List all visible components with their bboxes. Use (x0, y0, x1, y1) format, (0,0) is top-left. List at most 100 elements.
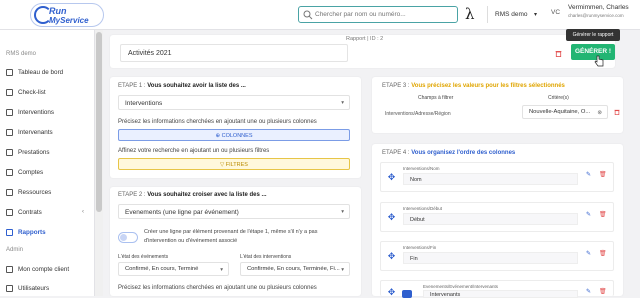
step3-title: Vous précisez les valeurs pour les filtr… (411, 83, 565, 89)
sidebar-item-dashboard[interactable]: Tableau de bord (6, 69, 92, 81)
trash-icon[interactable] (555, 50, 562, 57)
step1-columns-hint: Précisez les informations cherchées en a… (118, 119, 317, 125)
account-icon (6, 266, 13, 273)
sidebar-item-label: Prestations (18, 149, 50, 156)
event-state-select[interactable]: Confirmé, En cours, Terminé ▾ (118, 262, 229, 276)
column-card[interactable]: ✥ Interventions/Fin Fin ✎ 🗑 (380, 241, 614, 271)
trash-icon[interactable] (614, 109, 620, 115)
step2-heading: ETAPE 2 : Vous souhaitez croiser avec la… (118, 192, 267, 198)
columns-button[interactable]: ⊕ COLONNES (118, 129, 350, 141)
intervention-state-value: Confirmée, En cours, Terminée, Fi... (247, 266, 340, 272)
step3-heading: ETAPE 3 : Vous précisez les valeurs pour… (382, 83, 565, 89)
step1-select[interactable]: Interventions ▾ (118, 95, 350, 110)
toggle-text-line1: Créer une ligne par élément provenant de… (144, 229, 318, 235)
sidebar-item-ressources[interactable]: Ressources (6, 189, 92, 201)
building-icon (6, 169, 13, 176)
step1-title: Vous souhaitez avoir la liste des ... (147, 83, 246, 89)
column-caption: Evenements/Evénement/Intervenants (423, 284, 499, 289)
logo[interactable]: Run MyService (30, 3, 104, 27)
filters-button-label: FILTRES (225, 162, 248, 168)
user-icon (6, 285, 13, 292)
event-state-value: Confirmé, En cours, Terminé (125, 266, 199, 272)
environment-selector[interactable]: RMS demo ▾ (487, 6, 541, 23)
sidebar-item-label: Interventions (18, 109, 55, 116)
logo-text-myservice: MyService (49, 16, 89, 25)
intervention-state-select[interactable]: Confirmée, En cours, Terminée, Fi... ▾ (240, 262, 350, 276)
empty-rows-toggle[interactable] (118, 232, 138, 243)
close-circle-icon: ⊗ (597, 110, 602, 116)
users-icon (6, 129, 13, 136)
sidebar-item-label: Contrats (18, 209, 42, 216)
search-input[interactable] (315, 8, 453, 21)
trash-icon[interactable]: 🗑 (599, 288, 607, 295)
drag-handle-icon[interactable]: ✥ (387, 213, 396, 222)
checklist-icon (6, 89, 13, 96)
user-name[interactable]: Vermimmen, Charles (568, 4, 629, 11)
column-card[interactable]: ✥ Interventions/Début Début ✎ 🗑 (380, 202, 614, 232)
sidebar-item-intervenants[interactable]: Intervenants (6, 129, 92, 141)
search-box[interactable] (298, 6, 458, 23)
edit-icon[interactable]: ✎ (586, 211, 592, 218)
sidebar: RMS demo Tableau de bord Check-list Inte… (0, 30, 95, 296)
sidebar-item-label: Intervenants (18, 129, 53, 136)
sidebar-item-rapports[interactable]: Rapports (6, 229, 92, 241)
sidebar-section-admin: Admin (6, 247, 24, 253)
lambda-icon[interactable]: λ (465, 5, 475, 23)
sidebar-item-label: Rapports (18, 229, 46, 236)
document-icon (6, 209, 13, 216)
scrollbar-thumb[interactable] (96, 32, 102, 212)
sidebar-item-comptes[interactable]: Comptes (6, 169, 92, 181)
user-initials[interactable]: VC (551, 9, 560, 16)
column-caption: Interventions/Fin (403, 245, 437, 250)
box-icon (6, 189, 13, 196)
drag-handle-icon[interactable]: ✥ (387, 252, 396, 261)
drag-handle-icon[interactable]: ✥ (387, 173, 396, 182)
edit-icon[interactable]: ✎ (586, 288, 592, 295)
hand-cursor-icon (594, 55, 604, 67)
step2-columns-hint: Précisez les informations cherchées en a… (118, 285, 317, 291)
filters-button[interactable]: ▽ FILTRES (118, 158, 350, 170)
sidebar-item-interventions[interactable]: Interventions (6, 109, 92, 121)
sidebar-item-checklist[interactable]: Check-list (6, 89, 92, 101)
column-name-input[interactable]: Fin (403, 252, 578, 264)
step1-select-value: Interventions (125, 100, 163, 107)
report-title-input[interactable]: Activités 2021 (120, 44, 348, 62)
trash-icon[interactable]: 🗑 (599, 171, 607, 178)
step2-select[interactable]: Evenements (une ligne par événement) ▾ (118, 204, 350, 219)
report-id: Rapport | ID : 2 (346, 36, 384, 42)
column-name-input[interactable]: Nom (403, 173, 578, 185)
columns-button-label: COLONNES (221, 133, 253, 139)
step4-heading: ETAPE 4 : Vous organisez l'ordre des col… (382, 150, 515, 156)
sidebar-item-prestations[interactable]: Prestations (6, 149, 92, 161)
edit-icon[interactable]: ✎ (586, 250, 592, 257)
filter-criteria-select[interactable]: Nouvelle-Aquitaine, O... ⊗ (522, 105, 608, 119)
column-card[interactable]: ✥ Evenements/Evénement/Intervenants Inte… (380, 280, 614, 298)
filter-field: Interventions/Adresse/Région (385, 111, 451, 117)
trash-icon[interactable]: 🗑 (599, 211, 607, 218)
sidebar-item-label: Ressources (18, 189, 52, 196)
wrench-icon (6, 109, 13, 116)
filter-criteria-value: Nouvelle-Aquitaine, O... (529, 109, 591, 115)
step2-title: Vous souhaitez croiser avec la liste des… (147, 192, 267, 198)
event-state-label: L'état des événements (118, 254, 169, 260)
user-email: charles@runmyservice.com (568, 13, 624, 18)
trash-icon[interactable]: 🗑 (599, 250, 607, 257)
chevron-down-icon: ▾ (533, 12, 537, 18)
intervention-state-label: L'état des interventions (240, 254, 292, 260)
chevron-left-icon: ‹ (82, 209, 84, 215)
step4-title: Vous organisez l'ordre des colonnes (411, 150, 516, 156)
step2-prefix: ETAPE 2 : (118, 192, 146, 198)
column-card[interactable]: ✥ Interventions/Nom Nom ✎ 🗑 (380, 162, 614, 192)
column-name-input[interactable]: Début (403, 213, 578, 225)
sidebar-item-mon-compte[interactable]: Mon compte client (6, 266, 92, 278)
sidebar-item-contrats[interactable]: Contrats ‹ (6, 209, 92, 221)
logo-text-run: Run (49, 6, 67, 16)
generate-button[interactable]: GÉNÉRER ! (571, 44, 615, 60)
generate-tooltip: Générer le rapport (566, 29, 620, 41)
edit-icon[interactable]: ✎ (586, 171, 592, 178)
column-name-input[interactable]: Intervenants (423, 290, 578, 298)
search-icon (303, 10, 313, 20)
step3-col-criteria: Critère(s) (548, 95, 569, 101)
step1-filters-hint: Affinez votre recherche en ajoutant un o… (118, 148, 270, 154)
sidebar-item-utilisateurs[interactable]: Utilisateurs (6, 285, 92, 297)
